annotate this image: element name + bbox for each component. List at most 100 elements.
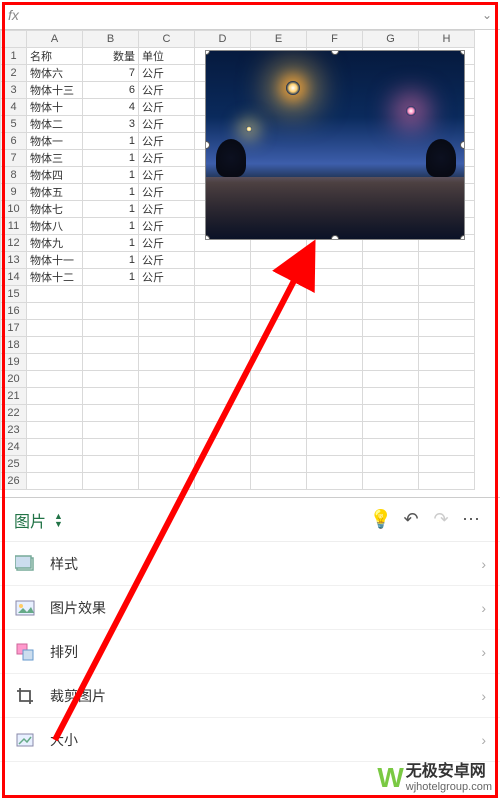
row-header[interactable]: 5 [1,116,27,133]
cell[interactable] [363,371,419,388]
cell[interactable] [251,439,307,456]
cell[interactable] [139,303,195,320]
cell[interactable] [195,286,251,303]
cell[interactable] [307,337,363,354]
resize-handle-ne[interactable] [460,50,465,55]
cell[interactable] [195,252,251,269]
cell[interactable]: 公斤 [139,116,195,133]
panel-title[interactable]: 图片 [14,508,46,532]
cell[interactable] [419,439,475,456]
cell[interactable] [363,422,419,439]
cell[interactable] [195,473,251,490]
cell[interactable] [307,286,363,303]
resize-handle-se[interactable] [460,235,465,240]
cell[interactable] [139,320,195,337]
cell[interactable] [27,422,83,439]
cell[interactable] [251,337,307,354]
column-header[interactable]: F [307,31,363,48]
column-header[interactable]: A [27,31,83,48]
cell[interactable] [83,388,139,405]
cell[interactable]: 物体十二 [27,269,83,286]
cell[interactable]: 公斤 [139,82,195,99]
cell[interactable] [83,303,139,320]
cell[interactable] [27,320,83,337]
row-header[interactable]: 19 [1,354,27,371]
cell[interactable] [307,252,363,269]
cell[interactable] [363,286,419,303]
cell[interactable] [363,252,419,269]
cell[interactable] [195,320,251,337]
cell[interactable]: 物体八 [27,218,83,235]
cell[interactable] [251,456,307,473]
cell[interactable] [83,320,139,337]
resize-handle-e[interactable] [460,141,465,149]
cell[interactable]: 物体五 [27,184,83,201]
row-header[interactable]: 25 [1,456,27,473]
cell[interactable]: 公斤 [139,99,195,116]
cell[interactable] [139,371,195,388]
cell[interactable] [419,473,475,490]
cell[interactable] [27,456,83,473]
cell[interactable] [27,303,83,320]
cell[interactable]: 3 [83,116,139,133]
cell[interactable]: 物体十 [27,99,83,116]
row-header[interactable]: 17 [1,320,27,337]
cell[interactable] [419,388,475,405]
cell[interactable] [27,405,83,422]
cell[interactable]: 7 [83,65,139,82]
cell[interactable] [419,354,475,371]
row-header[interactable]: 21 [1,388,27,405]
column-header[interactable]: E [251,31,307,48]
row-header[interactable]: 13 [1,252,27,269]
row-header[interactable]: 2 [1,65,27,82]
resize-handle-nw[interactable] [205,50,210,55]
cell[interactable] [419,269,475,286]
row-header[interactable]: 4 [1,99,27,116]
cell[interactable] [251,405,307,422]
cell[interactable]: 公斤 [139,235,195,252]
cell[interactable] [419,405,475,422]
column-header[interactable]: D [195,31,251,48]
cell[interactable] [27,473,83,490]
cell[interactable] [195,388,251,405]
row-header[interactable]: 16 [1,303,27,320]
cell[interactable] [83,456,139,473]
cell[interactable] [419,286,475,303]
cell[interactable] [139,354,195,371]
cell[interactable] [139,422,195,439]
cell[interactable] [363,439,419,456]
cell[interactable] [195,371,251,388]
cell[interactable]: 物体九 [27,235,83,252]
cell[interactable] [251,269,307,286]
cell[interactable] [251,303,307,320]
cell[interactable] [419,337,475,354]
resize-handle-w[interactable] [205,141,210,149]
cell[interactable]: 物体十一 [27,252,83,269]
row-header[interactable]: 10 [1,201,27,218]
cell[interactable]: 1 [83,252,139,269]
cell[interactable]: 公斤 [139,65,195,82]
cell[interactable] [363,354,419,371]
cell[interactable]: 1 [83,167,139,184]
select-all-corner[interactable] [1,31,27,48]
panel-spinner[interactable]: ▲ ▼ [54,512,63,528]
embedded-image[interactable] [205,50,465,240]
cell[interactable]: 1 [83,133,139,150]
cell[interactable] [251,286,307,303]
cell[interactable] [307,371,363,388]
menu-item-arrange[interactable]: 排列› [0,630,500,674]
menu-item-styles[interactable]: 样式› [0,542,500,586]
redo-icon[interactable]: ↷ [426,509,456,530]
resize-handle-n[interactable] [331,50,339,55]
cell[interactable] [83,439,139,456]
cell[interactable] [139,439,195,456]
row-header[interactable]: 15 [1,286,27,303]
cell[interactable]: 物体三 [27,150,83,167]
column-header[interactable]: G [363,31,419,48]
cell[interactable] [307,473,363,490]
cell[interactable] [251,354,307,371]
undo-icon[interactable]: ↶ [396,509,426,530]
cell[interactable] [251,371,307,388]
cell[interactable] [195,456,251,473]
cell[interactable]: 1 [83,150,139,167]
